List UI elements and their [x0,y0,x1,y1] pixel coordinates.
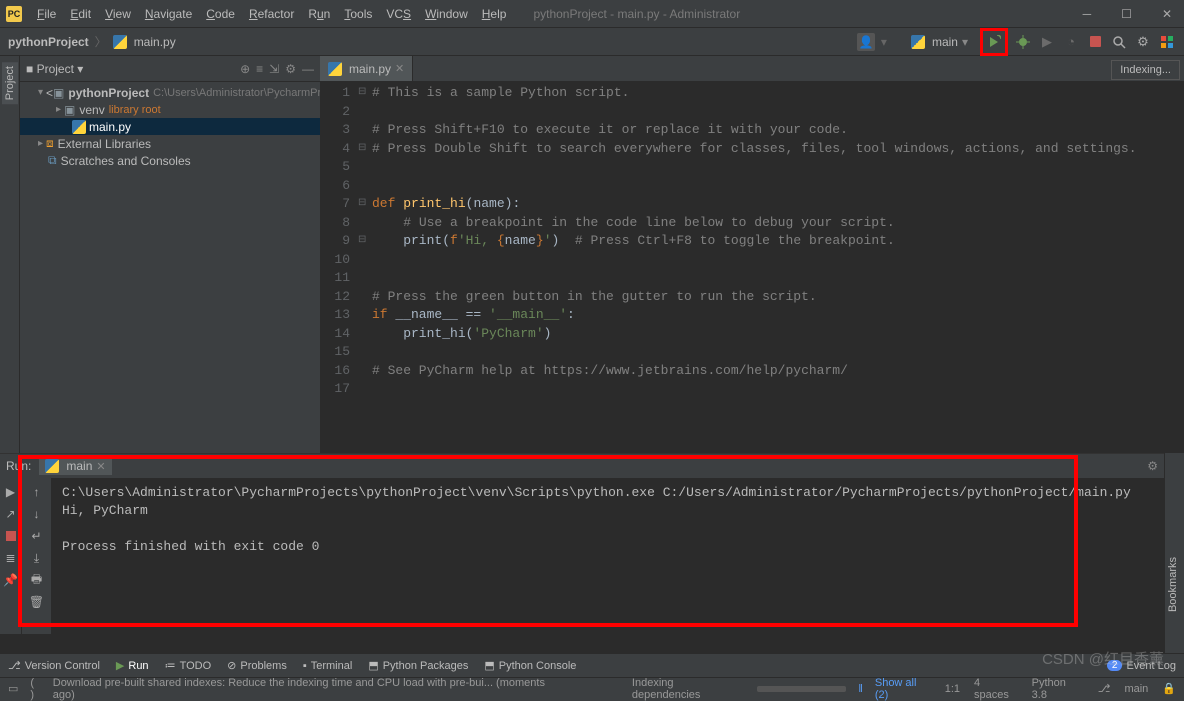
branch-icon: ⎇ [1098,682,1111,695]
settings-icon[interactable]: ⚙ [1134,33,1152,51]
tree-scratches[interactable]: ⧉ Scratches and Consoles [20,152,320,169]
pin-icon[interactable]: 📌 [3,572,19,588]
rerun-icon[interactable] [985,33,1003,51]
tree-venv[interactable]: ▸▣ venv library root [20,101,320,118]
app-icon: PC [6,6,22,22]
hide-panel-icon[interactable]: — [302,62,314,76]
window-title: pythonProject - main.py - Administrator [533,7,740,21]
menu-edit[interactable]: Edit [63,3,98,25]
layout-icon[interactable]: ≣ [3,550,19,566]
softwrap-icon[interactable]: ↵ [29,528,45,544]
status-indexing: Indexing dependencies [632,677,745,701]
left-tab-bookmarks[interactable]: Bookmarks [1165,553,1181,616]
code-editor[interactable]: # This is a sample Python script. # Pres… [372,82,1184,453]
lock-icon[interactable]: 🔒 [1162,682,1176,695]
show-all-link[interactable]: Show all (2) [875,677,933,701]
bt-pypkg[interactable]: ⬒Python Packages [368,659,468,672]
menu-window[interactable]: Window [418,3,475,25]
breadcrumb: pythonProject 〉 main.py [8,33,176,50]
project-panel-title: ■ Project ▾ [26,62,83,76]
indent-info[interactable]: 4 spaces [974,677,1018,701]
indexing-badge: Indexing... [1111,60,1180,80]
run-tab-label: main [66,459,92,473]
rerun-highlight [980,28,1008,56]
crumb-project[interactable]: pythonProject [8,35,89,49]
tree-external-libs[interactable]: ▸⧈ External Libraries [20,135,320,152]
run-panel-label: Run: [6,459,31,473]
line-number-gutter: 1234567891011121314151617 [320,82,358,453]
stop-button[interactable] [3,528,19,544]
progress-bar [757,686,847,692]
menu-bar: File Edit View Navigate Code Refactor Ru… [30,3,513,25]
scroll-end-icon[interactable]: ⤓ [29,550,45,566]
menu-run[interactable]: Run [301,3,337,25]
debug-icon[interactable] [1014,33,1032,51]
status-message: Download pre-built shared indexes: Reduc… [53,677,568,701]
run-settings-icon[interactable]: ⚙ [1147,459,1158,473]
crumb-file[interactable]: main.py [134,35,176,49]
down-icon[interactable]: ↓ [29,506,45,522]
python-icon [911,35,925,49]
modify-run-icon[interactable]: ↗ [3,506,19,522]
menu-refactor[interactable]: Refactor [242,3,301,25]
search-icon[interactable] [1110,33,1128,51]
bt-vcs[interactable]: ⎇Version Control [8,659,100,672]
close-run-tab-icon[interactable]: ✕ [96,460,105,473]
menu-help[interactable]: Help [475,3,514,25]
bt-eventlog[interactable]: 2 Event Log [1107,660,1176,672]
tree-root[interactable]: ▾< ▣ pythonProject C:\Users\Administrato… [20,84,320,101]
collapse-icon[interactable]: ⇲ [269,62,279,76]
close-button[interactable]: ✕ [1156,7,1178,21]
bt-todo[interactable]: ≔TODO [165,659,212,672]
bt-run[interactable]: ▶Run [116,659,149,672]
run-config-selector[interactable]: main ▾ [905,33,974,51]
python-icon [45,459,59,473]
profile-icon[interactable]: ◔ [1062,33,1080,51]
add-user-icon[interactable]: 👤 [857,33,875,51]
up-icon[interactable]: ↑ [29,484,45,500]
fold-gutter[interactable]: ⊟ ⊟ ⊟ ⊟ [358,82,372,453]
editor-tab-label: main.py [349,62,391,76]
select-opened-icon[interactable]: ⊕ [240,62,250,76]
menu-tools[interactable]: Tools [337,3,379,25]
bt-problems[interactable]: ⊘Problems [227,659,287,672]
rerun-button[interactable]: ▶ [3,484,19,500]
status-icon[interactable]: ▭ [8,682,18,695]
plugin-icon[interactable] [1158,33,1176,51]
tree-mainpy[interactable]: main.py [20,118,320,135]
maximize-button[interactable]: ☐ [1115,7,1138,21]
menu-navigate[interactable]: Navigate [138,3,199,25]
print-icon[interactable]: 🖶 [29,572,45,588]
editor-tab-mainpy[interactable]: main.py ✕ [320,56,413,81]
bt-pycon[interactable]: ⬒Python Console [484,659,576,672]
menu-vcs[interactable]: VCS [379,3,418,25]
expand-all-icon[interactable]: ≡ [256,62,263,76]
bt-terminal[interactable]: ▪Terminal [303,660,352,672]
stop-icon[interactable] [1086,33,1104,51]
close-tab-icon[interactable]: ✕ [395,62,404,75]
coverage-icon[interactable]: ▶ [1038,33,1056,51]
menu-code[interactable]: Code [199,3,242,25]
menu-view[interactable]: View [98,3,138,25]
run-config-label: main [932,35,958,49]
clear-icon[interactable]: 🗑 [29,594,45,610]
console-output[interactable]: C:\Users\Administrator\PycharmProjects\p… [52,478,1184,634]
python-file-icon [113,35,127,49]
run-tab[interactable]: main ✕ [39,457,111,475]
left-tab-project[interactable]: Project [2,62,18,104]
menu-file[interactable]: File [30,3,63,25]
panel-settings-icon[interactable]: ⚙ [285,62,296,76]
python-file-icon [328,62,342,76]
minimize-button[interactable]: ─ [1077,7,1098,21]
interpreter-info[interactable]: Python 3.8 [1032,677,1084,701]
python-file-icon [72,120,86,134]
status-balloon-icon[interactable]: ( ) [30,677,40,701]
